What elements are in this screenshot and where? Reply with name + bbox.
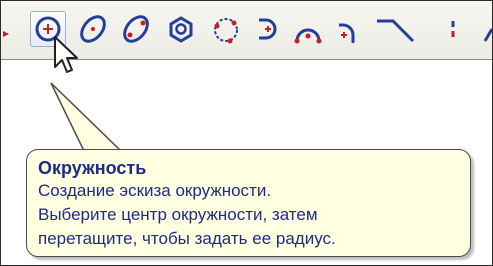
tooltip-description-line-3: перетащите, чтобы задать ее радиус. (38, 229, 336, 248)
tooltip-description-line-1: Создание эскиза окружности. (38, 181, 272, 200)
mouse-cursor-icon (54, 36, 78, 73)
tooltip-balloon: Окружность Создание эскиза окружности. В… (26, 149, 471, 257)
window-frame: Окружность Создание эскиза окружности. В… (0, 0, 493, 266)
tooltip-title: Окружность (38, 158, 147, 178)
tooltip-description-line-2: Выберите центр окружности, затем (38, 205, 318, 224)
